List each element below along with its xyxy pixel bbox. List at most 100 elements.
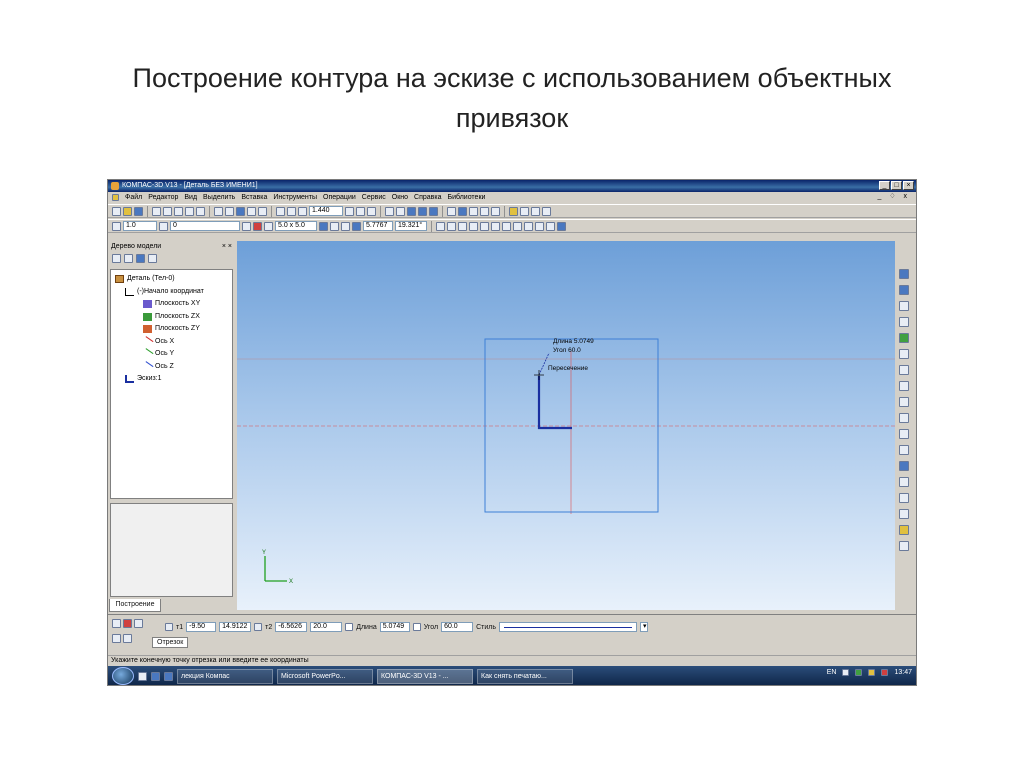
snap-settings-icon[interactable] [557,221,566,231]
snap-angle-icon[interactable] [524,221,533,231]
select-panel-icon[interactable] [899,381,909,391]
ortho-icon[interactable] [319,221,328,231]
properties-icon[interactable] [491,206,500,216]
angle-measure-icon[interactable] [531,206,540,216]
auto-icon[interactable] [134,619,143,628]
help-icon[interactable] [258,206,267,216]
new-file-icon[interactable] [112,206,121,216]
snap-tangent-icon[interactable] [480,221,489,231]
control-icon[interactable] [899,509,909,519]
tree-node-plane-zx[interactable]: Плоскость ZX [115,311,232,324]
layer-field[interactable]: 0 [170,221,240,231]
start-button[interactable] [112,667,134,685]
grid-icon[interactable] [264,221,273,231]
orientation-icon[interactable] [367,206,376,216]
menu-file[interactable]: Файл [125,194,142,201]
tree-node-axis-z[interactable]: Ось Z [115,360,232,374]
snap-step-icon[interactable] [352,221,361,231]
coords-icon[interactable] [341,221,350,231]
window-titlebar[interactable]: КОМПАС-3D V13 - [Деталь БЕЗ ИМЕНИ1] _ □ … [108,180,916,192]
tab-construction[interactable]: Построение [109,599,161,612]
snap-align-icon[interactable] [546,221,555,231]
save-icon[interactable] [134,206,143,216]
wireframe-icon[interactable] [385,206,394,216]
point2-x-field[interactable]: -6.5626 [275,622,308,632]
snap-mid-icon[interactable] [447,221,456,231]
compact-panel-icon[interactable] [899,269,909,279]
perspective-icon[interactable] [429,206,438,216]
point2-y-field[interactable]: 20.0 [310,622,343,632]
triangle-icon[interactable] [542,206,551,216]
menu-edit[interactable]: Редактор [148,194,178,201]
snap-quadrant-icon[interactable] [502,221,511,231]
array-icon[interactable] [899,413,909,423]
tree-filter-icon[interactable] [136,254,145,263]
length-field[interactable]: 5.0749 [379,622,410,632]
snap-center-icon[interactable] [458,221,467,231]
taskbar-item[interactable]: Как снять печатаю... [477,668,573,684]
sheet-metal-icon[interactable] [899,445,909,455]
pan-icon[interactable] [345,206,354,216]
shaded-icon[interactable] [407,206,416,216]
undo-icon[interactable] [214,206,223,216]
color-icon[interactable] [253,221,262,231]
minimize-button[interactable]: _ [879,181,890,190]
spec-icon[interactable] [899,461,909,471]
curves-icon[interactable] [899,493,909,503]
snap-normal-icon[interactable] [491,221,500,231]
report-icon[interactable] [899,477,909,487]
stop-icon[interactable] [123,619,132,628]
quicklaunch-icon[interactable] [138,671,147,681]
sketch-mode-icon[interactable] [458,206,467,216]
tree-mode-icon[interactable] [148,254,157,263]
menu-operations[interactable]: Операции [323,194,356,201]
model-canvas[interactable]: Длина 5.0749 Угол 60.0 Пересечение Y X [237,241,895,610]
snap-icon[interactable] [509,206,518,216]
snap-grid-icon[interactable] [535,221,544,231]
angle-checkbox[interactable] [412,623,421,631]
zoom-window-icon[interactable] [298,206,307,216]
style-icon[interactable] [242,221,251,231]
quicklaunch-icon[interactable] [164,671,173,681]
filter-icon[interactable] [447,206,456,216]
tray-icon[interactable] [881,669,889,676]
angle-field[interactable]: 19.321° [395,221,427,231]
create-icon[interactable] [112,634,121,643]
menu-service[interactable]: Сервис [362,194,386,201]
zoom-in-icon[interactable] [276,206,285,216]
help-panel-icon[interactable] [123,634,132,643]
quicklaunch-icon[interactable] [151,671,160,681]
manager-icon[interactable] [236,206,245,216]
tree-node-plane-zy[interactable]: Плоскость ZY [115,323,232,336]
menu-tools[interactable]: Инструменты [273,194,317,201]
preview-icon[interactable] [163,206,172,216]
style-dropdown-button[interactable]: ▾ [639,622,648,632]
point1-icon[interactable] [165,623,173,631]
menu-help[interactable]: Справка [414,194,441,201]
taskbar-item[interactable]: КОМПАС-3D V13 - ... [377,668,473,684]
taskbar-item[interactable]: Microsoft PowerPo... [277,668,373,684]
pin-icon[interactable] [112,619,121,628]
edit-icon[interactable] [899,333,909,343]
tree-node-axis-y[interactable]: Ось Y [115,348,232,361]
model-tree-close[interactable]: × × [222,241,232,252]
zoom-out-icon[interactable] [287,206,296,216]
shaded-edges-icon[interactable] [418,206,427,216]
hidden-lines-icon[interactable] [396,206,405,216]
geometry-icon[interactable] [899,285,909,295]
taskbar-item[interactable]: лекция Компас [177,668,273,684]
point1-x-field[interactable]: -9.50 [186,622,217,632]
measure-icon[interactable] [520,206,529,216]
surface-icon[interactable] [899,397,909,407]
layer-icon[interactable] [159,221,168,231]
tree-node-origin[interactable]: (-)Начало координат [115,286,232,299]
snap-nearest-icon[interactable] [513,221,522,231]
mdi-controls[interactable]: _ ♢ x [877,192,910,200]
maximize-button[interactable]: □ [891,181,902,190]
library-icon[interactable] [480,206,489,216]
tray-icon[interactable] [842,669,850,676]
close-button[interactable]: × [903,181,914,190]
redo-icon[interactable] [225,206,234,216]
tree-node-sketch[interactable]: Эскиз:1 [115,373,232,386]
print-icon[interactable] [152,206,161,216]
